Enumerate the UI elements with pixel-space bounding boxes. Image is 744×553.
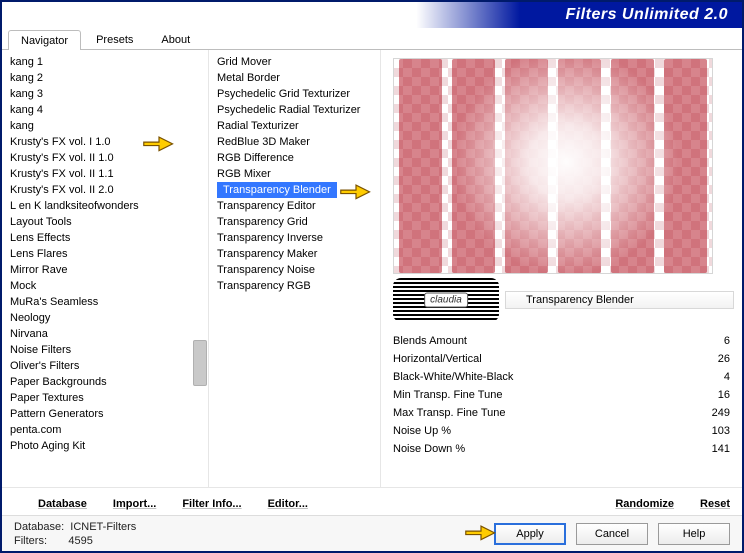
param-label: Noise Up % bbox=[393, 425, 451, 437]
vendor-logo bbox=[393, 278, 499, 322]
param-label: Blends Amount bbox=[393, 335, 467, 347]
param-value: 141 bbox=[696, 443, 730, 455]
filter-list-item[interactable]: Transparency RGB bbox=[211, 278, 378, 294]
param-value: 6 bbox=[696, 335, 730, 347]
filter-listbox[interactable]: Grid MoverMetal BorderPsychedelic Grid T… bbox=[209, 50, 381, 487]
parameter-list: Blends Amount 6 Horizontal/Vertical 26 Black… bbox=[393, 332, 734, 458]
param-row[interactable]: Noise Up % 103 bbox=[393, 422, 730, 440]
category-list-item[interactable]: L en K landksiteofwonders bbox=[4, 198, 206, 214]
category-list-item[interactable]: Pattern Generators bbox=[4, 406, 206, 422]
category-list-item[interactable]: Lens Flares bbox=[4, 246, 206, 262]
filters-count-value: 4595 bbox=[68, 535, 92, 547]
workarea: kang 1kang 2kang 3kang 4kangKrusty's FX … bbox=[2, 50, 742, 487]
tab-about[interactable]: About bbox=[148, 29, 203, 49]
category-list-item[interactable]: Photo Aging Kit bbox=[4, 438, 206, 454]
category-list-item[interactable]: Krusty's FX vol. II 1.1 bbox=[4, 166, 206, 182]
db-value: ICNET-Filters bbox=[70, 521, 136, 533]
filter-list-item[interactable]: Transparency Maker bbox=[211, 246, 378, 262]
filter-list-item[interactable]: RedBlue 3D Maker bbox=[211, 134, 378, 150]
category-list-item[interactable]: kang 4 bbox=[4, 102, 206, 118]
filter-info-button[interactable]: Filter Info... bbox=[182, 498, 241, 510]
import-button[interactable]: Import... bbox=[113, 498, 156, 510]
preview-image bbox=[393, 58, 713, 274]
category-list-item[interactable]: Krusty's FX vol. II 2.0 bbox=[4, 182, 206, 198]
param-label: Noise Down % bbox=[393, 443, 465, 455]
db-label: Database: bbox=[14, 521, 64, 533]
filter-list-item[interactable]: Psychedelic Grid Texturizer bbox=[211, 86, 378, 102]
filter-list-item[interactable]: RGB Difference bbox=[211, 150, 378, 166]
toolbar-row: Database Import... Filter Info... Editor… bbox=[2, 487, 742, 515]
category-list-item[interactable]: Nirvana bbox=[4, 326, 206, 342]
category-list-item[interactable]: Mock bbox=[4, 278, 206, 294]
filter-list-item[interactable]: Transparency Editor bbox=[211, 198, 378, 214]
param-row[interactable]: Black-White/White-Black 4 bbox=[393, 368, 730, 386]
editor-button[interactable]: Editor... bbox=[268, 498, 308, 510]
category-list-item[interactable]: Lens Effects bbox=[4, 230, 206, 246]
category-list-item[interactable]: kang bbox=[4, 118, 206, 134]
filter-list-item[interactable]: Metal Border bbox=[211, 70, 378, 86]
category-list-item[interactable]: Paper Textures bbox=[4, 390, 206, 406]
category-list-item[interactable]: kang 2 bbox=[4, 70, 206, 86]
help-button[interactable]: Help bbox=[658, 523, 730, 545]
tab-presets[interactable]: Presets bbox=[83, 29, 146, 49]
category-list-item[interactable]: Layout Tools bbox=[4, 214, 206, 230]
category-list-item[interactable]: Neology bbox=[4, 310, 206, 326]
tab-navigator[interactable]: Navigator bbox=[8, 30, 81, 50]
param-row[interactable]: Min Transp. Fine Tune 16 bbox=[393, 386, 730, 404]
filter-list-item[interactable]: Transparency Grid bbox=[211, 214, 378, 230]
database-button[interactable]: Database bbox=[38, 498, 87, 510]
param-label: Horizontal/Vertical bbox=[393, 353, 482, 365]
category-listbox[interactable]: kang 1kang 2kang 3kang 4kangKrusty's FX … bbox=[2, 50, 209, 487]
randomize-button[interactable]: Randomize bbox=[615, 498, 674, 510]
category-list-item[interactable]: Krusty's FX vol. I 1.0 bbox=[4, 134, 206, 150]
category-list-item[interactable]: Paper Backgrounds bbox=[4, 374, 206, 390]
filter-name-field: Transparency Blender bbox=[505, 291, 734, 309]
reset-button[interactable]: Reset bbox=[700, 498, 730, 510]
param-value: 16 bbox=[696, 389, 730, 401]
filter-list-item[interactable]: RGB Mixer bbox=[211, 166, 378, 182]
param-value: 249 bbox=[696, 407, 730, 419]
filter-list-item[interactable]: Grid Mover bbox=[211, 54, 378, 70]
cancel-button[interactable]: Cancel bbox=[576, 523, 648, 545]
param-row[interactable]: Max Transp. Fine Tune 249 bbox=[393, 404, 730, 422]
category-list-item[interactable]: penta.com bbox=[4, 422, 206, 438]
param-value: 103 bbox=[696, 425, 730, 437]
param-row[interactable]: Blends Amount 6 bbox=[393, 332, 730, 350]
filters-count-label: Filters: bbox=[14, 535, 47, 547]
window-title: Filters Unlimited 2.0 bbox=[565, 6, 728, 24]
category-list-item[interactable]: Mirror Rave bbox=[4, 262, 206, 278]
statusbar: Database: ICNET-Filters Filters: 4595 Ap… bbox=[2, 515, 742, 551]
param-label: Min Transp. Fine Tune bbox=[393, 389, 502, 401]
apply-button[interactable]: Apply bbox=[494, 523, 566, 545]
tabbar: Navigator Presets About bbox=[2, 28, 742, 50]
filter-list-item[interactable]: Transparency Blender bbox=[217, 182, 337, 198]
category-list-item[interactable]: kang 3 bbox=[4, 86, 206, 102]
param-label: Black-White/White-Black bbox=[393, 371, 513, 383]
param-value: 4 bbox=[696, 371, 730, 383]
filter-list-item[interactable]: Transparency Inverse bbox=[211, 230, 378, 246]
filter-name-label: Transparency Blender bbox=[526, 294, 634, 306]
param-row[interactable]: Noise Down % 141 bbox=[393, 440, 730, 458]
pointer-hand-icon bbox=[464, 521, 498, 543]
filter-list-item[interactable]: Transparency Noise bbox=[211, 262, 378, 278]
param-row[interactable]: Horizontal/Vertical 26 bbox=[393, 350, 730, 368]
right-panel: Transparency Blender Blends Amount 6 Horiz… bbox=[381, 50, 742, 487]
category-list-item[interactable]: MuRa's Seamless bbox=[4, 294, 206, 310]
category-list-item[interactable]: Oliver's Filters bbox=[4, 358, 206, 374]
category-list-item[interactable]: kang 1 bbox=[4, 54, 206, 70]
param-value: 26 bbox=[696, 353, 730, 365]
titlebar: Filters Unlimited 2.0 bbox=[2, 2, 742, 28]
category-list-item[interactable]: Noise Filters bbox=[4, 342, 206, 358]
filter-list-item[interactable]: Radial Texturizer bbox=[211, 118, 378, 134]
filter-list-item[interactable]: Psychedelic Radial Texturizer bbox=[211, 102, 378, 118]
category-list-item[interactable]: Krusty's FX vol. II 1.0 bbox=[4, 150, 206, 166]
param-label: Max Transp. Fine Tune bbox=[393, 407, 506, 419]
